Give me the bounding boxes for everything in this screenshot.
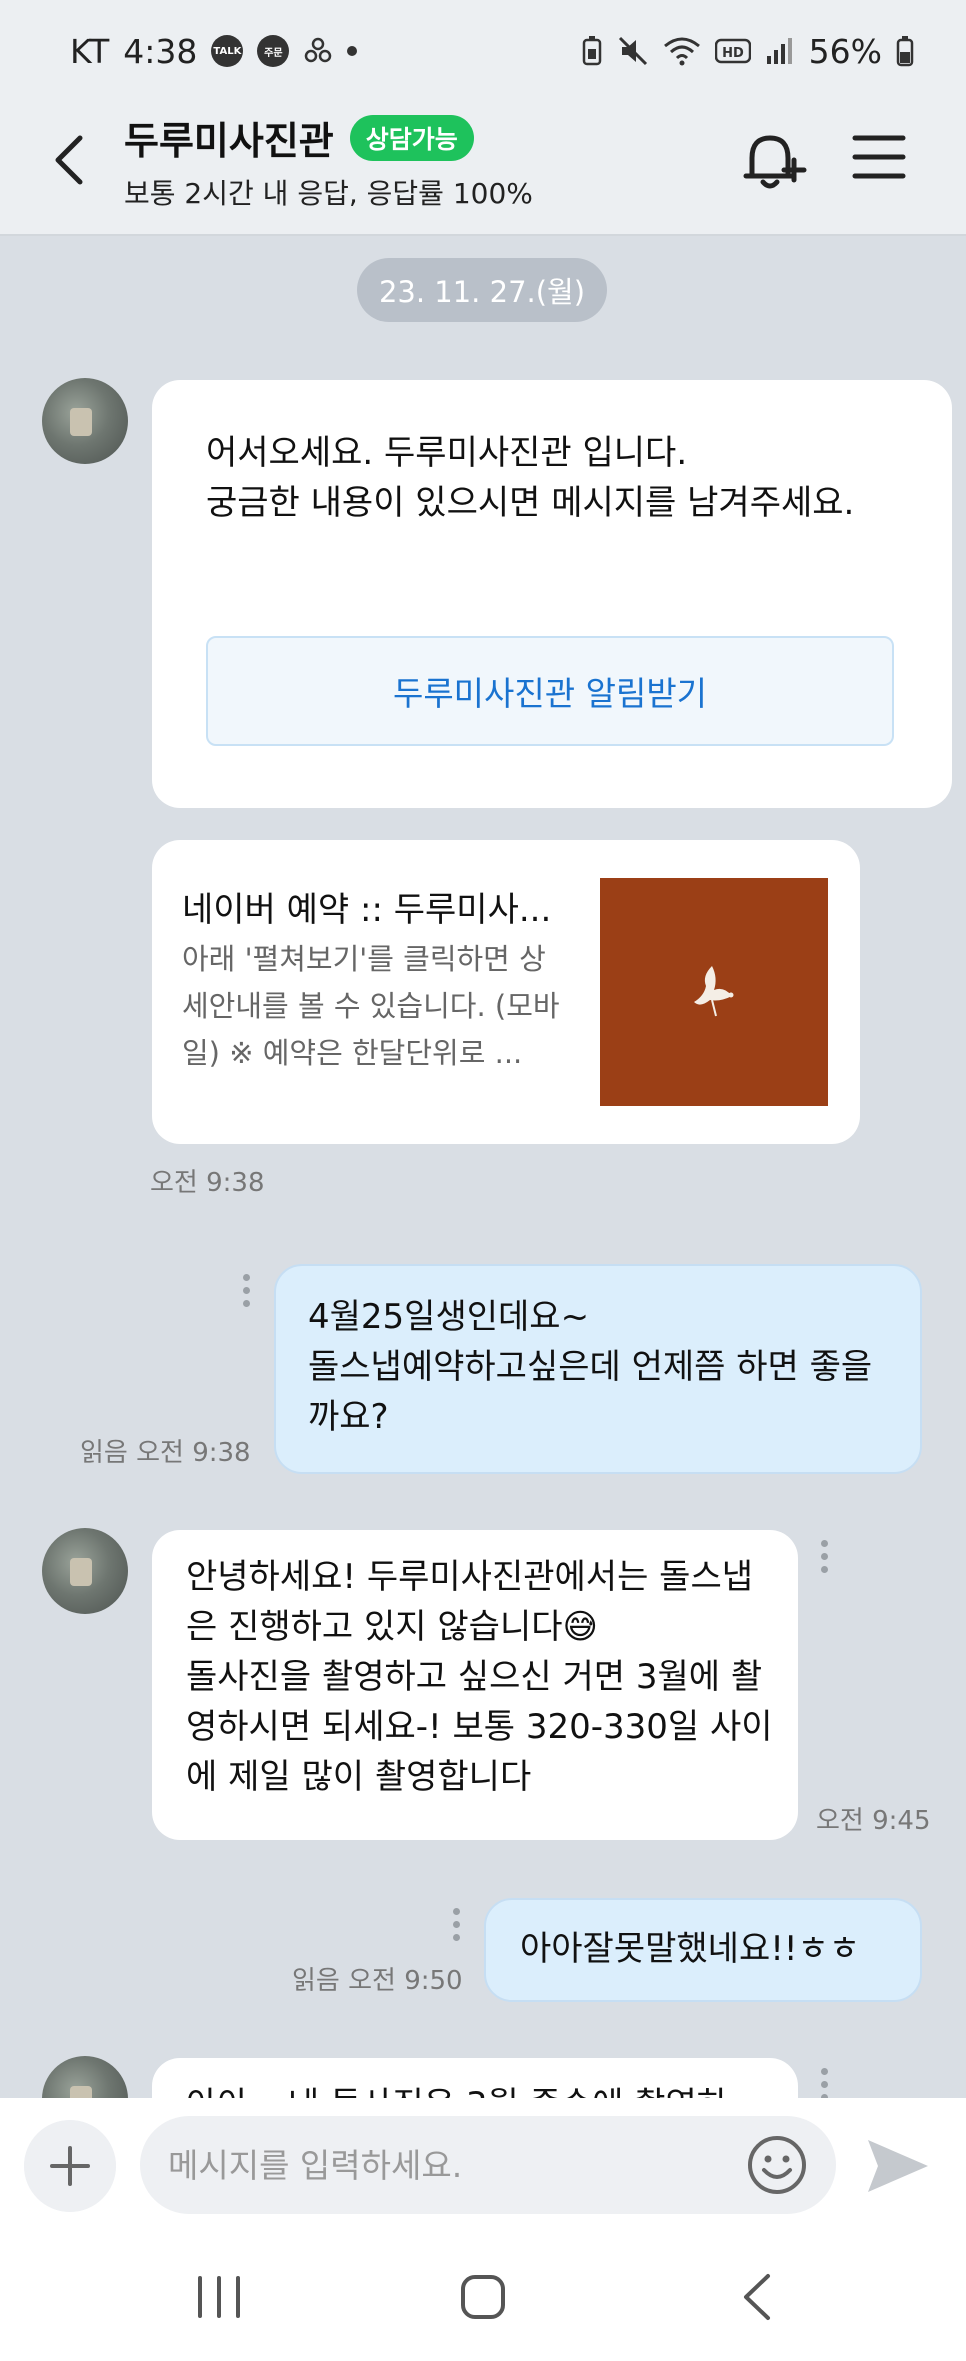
signal-icon <box>766 38 792 64</box>
avatar[interactable] <box>42 378 128 464</box>
chat-messages[interactable]: 23. 11. 27.(월) 어서오세요. 두루미사진관 입니다. 궁금한 내용… <box>0 238 966 2098</box>
status-bar: KT 4:38 TALK 주문 HD 56% <box>0 0 966 102</box>
battery-icon <box>896 36 914 67</box>
more-options-icon[interactable] <box>453 1908 461 1947</box>
plus-icon[interactable] <box>24 2120 116 2212</box>
link-card-thumbnail <box>600 878 828 1106</box>
status-bar-left: KT 4:38 TALK 주문 <box>70 32 581 71</box>
more-options-icon[interactable] <box>821 1540 829 1579</box>
welcome-text: 어서오세요. 두루미사진관 입니다. 궁금한 내용이 있으시면 메시지를 남겨주… <box>206 433 855 523</box>
more-options-icon[interactable] <box>243 1274 251 1313</box>
send-icon[interactable] <box>862 2134 932 2198</box>
message-input[interactable] <box>140 2116 836 2214</box>
page-title: 두루미사진관 <box>124 119 334 163</box>
chat-screen: KT 4:38 TALK 주문 HD 56% 두루미사진관 상담가능 보통 2시… <box>0 0 966 2361</box>
bell-plus-icon[interactable] <box>736 124 808 196</box>
avatar[interactable] <box>42 1528 128 1614</box>
carrier-label: KT <box>70 31 110 71</box>
home-icon[interactable] <box>458 2272 508 2322</box>
incoming-message: 아아~ 네 돌사진은 3월 중순에 촬영하 <box>152 2058 798 2098</box>
crane-logo-icon <box>694 966 734 1017</box>
link-card-title: 네이버 예약 :: 두루미사... <box>182 890 552 930</box>
back-button[interactable] <box>40 128 100 192</box>
read-receipt-time: 읽음 오전 9:38 <box>80 1438 251 1468</box>
order-notif-icon: 주문 <box>257 35 290 67</box>
smiley-icon[interactable] <box>746 2134 808 2196</box>
wifi-icon <box>663 37 700 66</box>
talk-notif-icon: TALK <box>211 35 244 67</box>
status-badge: 상담가능 <box>349 114 474 161</box>
chat-header: 두루미사진관 상담가능 보통 2시간 내 응답, 응답률 100% <box>0 102 966 236</box>
status-bar-right: HD 56% <box>581 32 914 71</box>
incoming-message-text: 안녕하세요! 두루미사진관에서는 돌스냅은 진행하고 있지 않습니다😅 돌사진을… <box>186 1557 773 1797</box>
more-options-icon[interactable] <box>821 2068 829 2098</box>
link-preview-card[interactable]: 네이버 예약 :: 두루미사... 아래 '펼쳐보기'를 클릭하면 상세안내를 … <box>152 840 860 1144</box>
order-notif-label: 주문 <box>264 47 283 59</box>
incoming-message: 안녕하세요! 두루미사진관에서는 돌스냅은 진행하고 있지 않습니다😅 돌사진을… <box>152 1530 798 1840</box>
message-time: 오전 9:38 <box>150 1168 265 1198</box>
recents-icon[interactable] <box>194 2274 244 2320</box>
svg-text:HD: HD <box>722 46 744 61</box>
response-info: 보통 2시간 내 응답, 응답률 100% <box>124 177 533 210</box>
mute-icon <box>618 36 647 66</box>
link-card-description: 아래 '펼쳐보기'를 클릭하면 상세안내를 볼 수 있습니다. (모바일) ※ … <box>182 942 560 1070</box>
hd-icon: HD <box>714 38 751 64</box>
read-receipt-time: 읽음 오전 9:50 <box>292 1966 463 1996</box>
message-input-bar <box>0 2098 966 2232</box>
system-nav-bar <box>0 2232 966 2361</box>
incoming-message-text: 아아~ 네 돌사진은 3월 중순에 촬영하 <box>186 2080 728 2098</box>
hamburger-menu-icon[interactable] <box>852 132 906 182</box>
dot-icon <box>347 46 358 56</box>
battery-saver-icon <box>582 36 601 66</box>
back-icon[interactable] <box>736 2272 776 2322</box>
avatar[interactable] <box>42 2056 128 2098</box>
title-row: 두루미사진관 상담가능 <box>124 110 474 165</box>
app-notif-icon <box>305 37 332 63</box>
talk-notif-label: TALK <box>213 45 242 57</box>
clock: 4:38 <box>123 31 198 71</box>
message-time: 오전 9:45 <box>816 1806 931 1836</box>
outgoing-message: 아아잘못말했네요!!ㅎㅎ <box>484 1898 922 2002</box>
notification-subscribe-button[interactable]: 두루미사진관 알림받기 <box>206 636 894 746</box>
welcome-message: 어서오세요. 두루미사진관 입니다. 궁금한 내용이 있으시면 메시지를 남겨주… <box>152 380 952 808</box>
battery-percent: 56% <box>808 31 882 71</box>
date-separator: 23. 11. 27.(월) <box>357 258 607 322</box>
outgoing-message-text: 아아잘못말했네요!!ㅎㅎ <box>520 1929 861 1969</box>
outgoing-message-text: 4월25일생인데요~ 돌스냅예약하고싶은데 언제쯤 하면 좋을까요? <box>308 1297 873 1437</box>
outgoing-message: 4월25일생인데요~ 돌스냅예약하고싶은데 언제쯤 하면 좋을까요? <box>274 1264 922 1474</box>
